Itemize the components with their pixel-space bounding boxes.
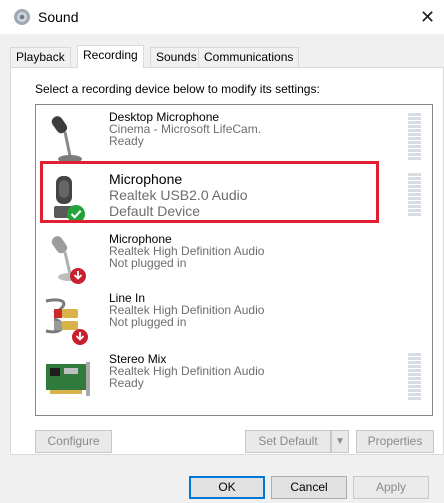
device-status: Not plugged in — [109, 315, 187, 329]
list-item[interactable]: Desktop Microphone Cinema - Microsoft Li… — [36, 107, 432, 169]
recording-panel: Select a recording device below to modif… — [10, 67, 444, 455]
instructions-text: Select a recording device below to modif… — [35, 82, 320, 96]
usb-microphone-default-icon — [54, 176, 85, 223]
tab-sounds[interactable]: Sounds — [150, 47, 203, 67]
device-status: Not plugged in — [109, 256, 187, 270]
device-list: Desktop Microphone Cinema - Microsoft Li… — [35, 104, 433, 416]
device-status: Default Device — [109, 203, 201, 219]
tab-recording[interactable]: Recording — [77, 45, 144, 68]
tab-playback[interactable]: Playback — [10, 47, 71, 67]
microphone-unplugged-icon — [51, 236, 86, 284]
list-item[interactable]: Microphone Realtek High Definition Audio… — [36, 229, 432, 291]
set-default-button[interactable]: Set Default — [245, 430, 331, 453]
apply-button[interactable]: Apply — [353, 476, 429, 499]
window-title: Sound — [38, 9, 79, 25]
close-button[interactable]: ✕ — [420, 0, 444, 34]
configure-button[interactable]: Configure — [35, 430, 112, 453]
list-item[interactable]: Stereo Mix Realtek High Definition Audio… — [36, 349, 432, 411]
tab-communications[interactable]: Communications — [198, 47, 300, 67]
level-meter — [408, 173, 421, 217]
ok-button[interactable]: OK — [189, 476, 265, 499]
set-default-dropdown[interactable]: ▼ — [331, 430, 349, 453]
level-meter — [408, 113, 421, 161]
chevron-down-icon: ▼ — [335, 436, 345, 447]
cancel-button[interactable]: Cancel — [271, 476, 347, 499]
list-item[interactable]: Line In Realtek High Definition Audio No… — [36, 288, 432, 350]
properties-button[interactable]: Properties — [356, 430, 434, 453]
device-name: Microphone — [109, 171, 183, 187]
list-item[interactable]: Microphone Realtek USB2.0 Audio Default … — [36, 167, 432, 229]
sound-card-icon — [46, 362, 90, 396]
device-status: Ready — [109, 134, 144, 148]
title-bar: Sound ✕ — [0, 0, 444, 34]
device-status: Ready — [109, 376, 144, 390]
line-in-unplugged-icon — [45, 298, 88, 345]
device-description: Realtek USB2.0 Audio — [109, 187, 248, 203]
level-meter — [408, 353, 421, 401]
speaker-icon — [14, 9, 30, 25]
desktop-microphone-icon — [51, 116, 82, 163]
